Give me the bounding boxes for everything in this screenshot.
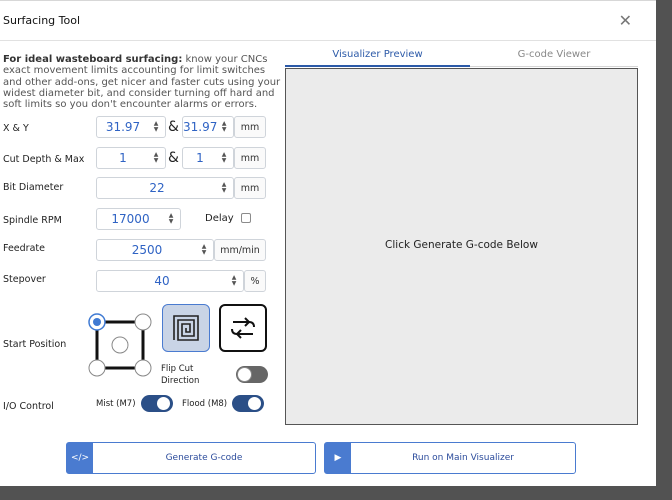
code-icon: </>: [67, 443, 93, 473]
feedrate-value: 2500: [131, 243, 163, 257]
rpm-spinner-icon[interactable]: ▲ ▼: [164, 213, 178, 225]
flip-label-line1: Flip Cut: [161, 364, 194, 374]
corner-top-right[interactable]: [134, 313, 152, 331]
visualizer-preview-panel: Click Generate G-code Below: [285, 68, 638, 425]
start-position-label: Start Position: [3, 339, 67, 350]
feedrate-label: Feedrate: [3, 243, 45, 254]
bit-value: 22: [149, 181, 165, 195]
stepover-unit: %: [244, 270, 266, 292]
zigzag-pattern-button[interactable]: [219, 304, 267, 352]
bit-label: Bit Diameter: [3, 182, 64, 193]
spiral-pattern-button[interactable]: [162, 304, 210, 352]
corner-bottom-left[interactable]: [88, 359, 106, 377]
max-depth-input[interactable]: 1 ▲ ▼: [182, 147, 234, 169]
xy-unit: mm: [234, 116, 266, 138]
tab-gcode-viewer[interactable]: G-code Viewer: [470, 47, 638, 67]
flip-direction-toggle[interactable]: [236, 366, 268, 383]
y-input[interactable]: 31.97 ▲ ▼: [182, 116, 234, 138]
depth-unit: mm: [234, 147, 266, 169]
run-visualizer-button[interactable]: ▶ Run on Main Visualizer: [324, 442, 576, 474]
close-icon[interactable]: ✕: [619, 11, 632, 30]
depth-amp: &: [168, 150, 179, 166]
intro-bold: For ideal wasteboard surfacing:: [3, 54, 183, 65]
center-position[interactable]: [111, 336, 129, 354]
dialog-header: Surfacing Tool ✕: [0, 1, 656, 41]
stepover-input[interactable]: 40 ▲ ▼: [96, 270, 244, 292]
tab-visualizer-preview[interactable]: Visualizer Preview: [285, 47, 470, 67]
generate-gcode-button[interactable]: </> Generate G-code: [66, 442, 316, 474]
surfacing-dialog: Surfacing Tool ✕ For ideal wasteboard su…: [0, 0, 656, 486]
flip-toggle-knob: [237, 367, 252, 382]
rpm-value: 17000: [111, 212, 150, 226]
rpm-label: Spindle RPM: [3, 215, 62, 226]
xy-label: X & Y: [3, 123, 29, 134]
max-depth-value: 1: [196, 151, 204, 165]
stepover-value: 40: [154, 274, 170, 288]
stepover-label: Stepover: [3, 274, 46, 285]
flood-label: Flood (M8): [182, 399, 228, 409]
preview-placeholder: Click Generate G-code Below: [385, 239, 538, 251]
start-position-diagram: [88, 313, 152, 377]
preview-tabs: Visualizer Preview G-code Viewer: [285, 47, 648, 67]
x-value: 31.97: [105, 120, 141, 134]
xy-amp: &: [168, 119, 179, 135]
depth-input[interactable]: 1 ▲ ▼: [96, 147, 166, 169]
play-icon: ▶: [325, 443, 351, 473]
x-input[interactable]: 31.97 ▲ ▼: [96, 116, 166, 138]
y-spinner-icon[interactable]: ▲ ▼: [217, 121, 231, 133]
generate-label: Generate G-code: [165, 453, 243, 463]
bit-diameter-input[interactable]: 22 ▲ ▼: [96, 177, 234, 199]
depth-spinner-icon[interactable]: ▲ ▼: [149, 152, 163, 164]
corner-top-left[interactable]: [88, 313, 106, 331]
dialog-title: Surfacing Tool: [3, 14, 81, 27]
max-depth-spinner-icon[interactable]: ▲ ▼: [217, 152, 231, 164]
flood-toggle-knob: [247, 396, 262, 411]
io-control-label: I/O Control: [3, 401, 54, 412]
depth-label: Cut Depth & Max: [3, 154, 85, 165]
spiral-icon: [173, 315, 199, 341]
stepover-spinner-icon[interactable]: ▲ ▼: [227, 275, 241, 287]
rpm-input[interactable]: 17000 ▲ ▼: [96, 208, 181, 230]
flip-cut-label: Flip Cut Direction: [161, 363, 199, 387]
feedrate-input[interactable]: 2500 ▲ ▼: [96, 239, 214, 261]
start-position-selector: [88, 313, 152, 377]
depth-value: 1: [119, 151, 127, 165]
flood-toggle[interactable]: [232, 395, 264, 412]
intro-text: For ideal wasteboard surfacing: know you…: [3, 54, 281, 110]
y-value: 31.97: [183, 120, 218, 134]
feedrate-unit: mm/min: [214, 239, 266, 261]
zigzag-icon: [231, 317, 255, 339]
delay-label: Delay: [205, 213, 234, 224]
run-label: Run on Main Visualizer: [412, 453, 514, 463]
delay-checkbox[interactable]: [241, 213, 251, 223]
mist-toggle[interactable]: [141, 395, 173, 412]
bit-unit: mm: [234, 177, 266, 199]
bit-spinner-icon[interactable]: ▲ ▼: [217, 182, 231, 194]
mist-toggle-knob: [156, 396, 171, 411]
corner-bottom-right[interactable]: [134, 359, 152, 377]
x-spinner-icon[interactable]: ▲ ▼: [149, 121, 163, 133]
feedrate-spinner-icon[interactable]: ▲ ▼: [197, 244, 211, 256]
flip-label-line2: Direction: [161, 376, 200, 386]
mist-label: Mist (M7): [96, 399, 136, 409]
